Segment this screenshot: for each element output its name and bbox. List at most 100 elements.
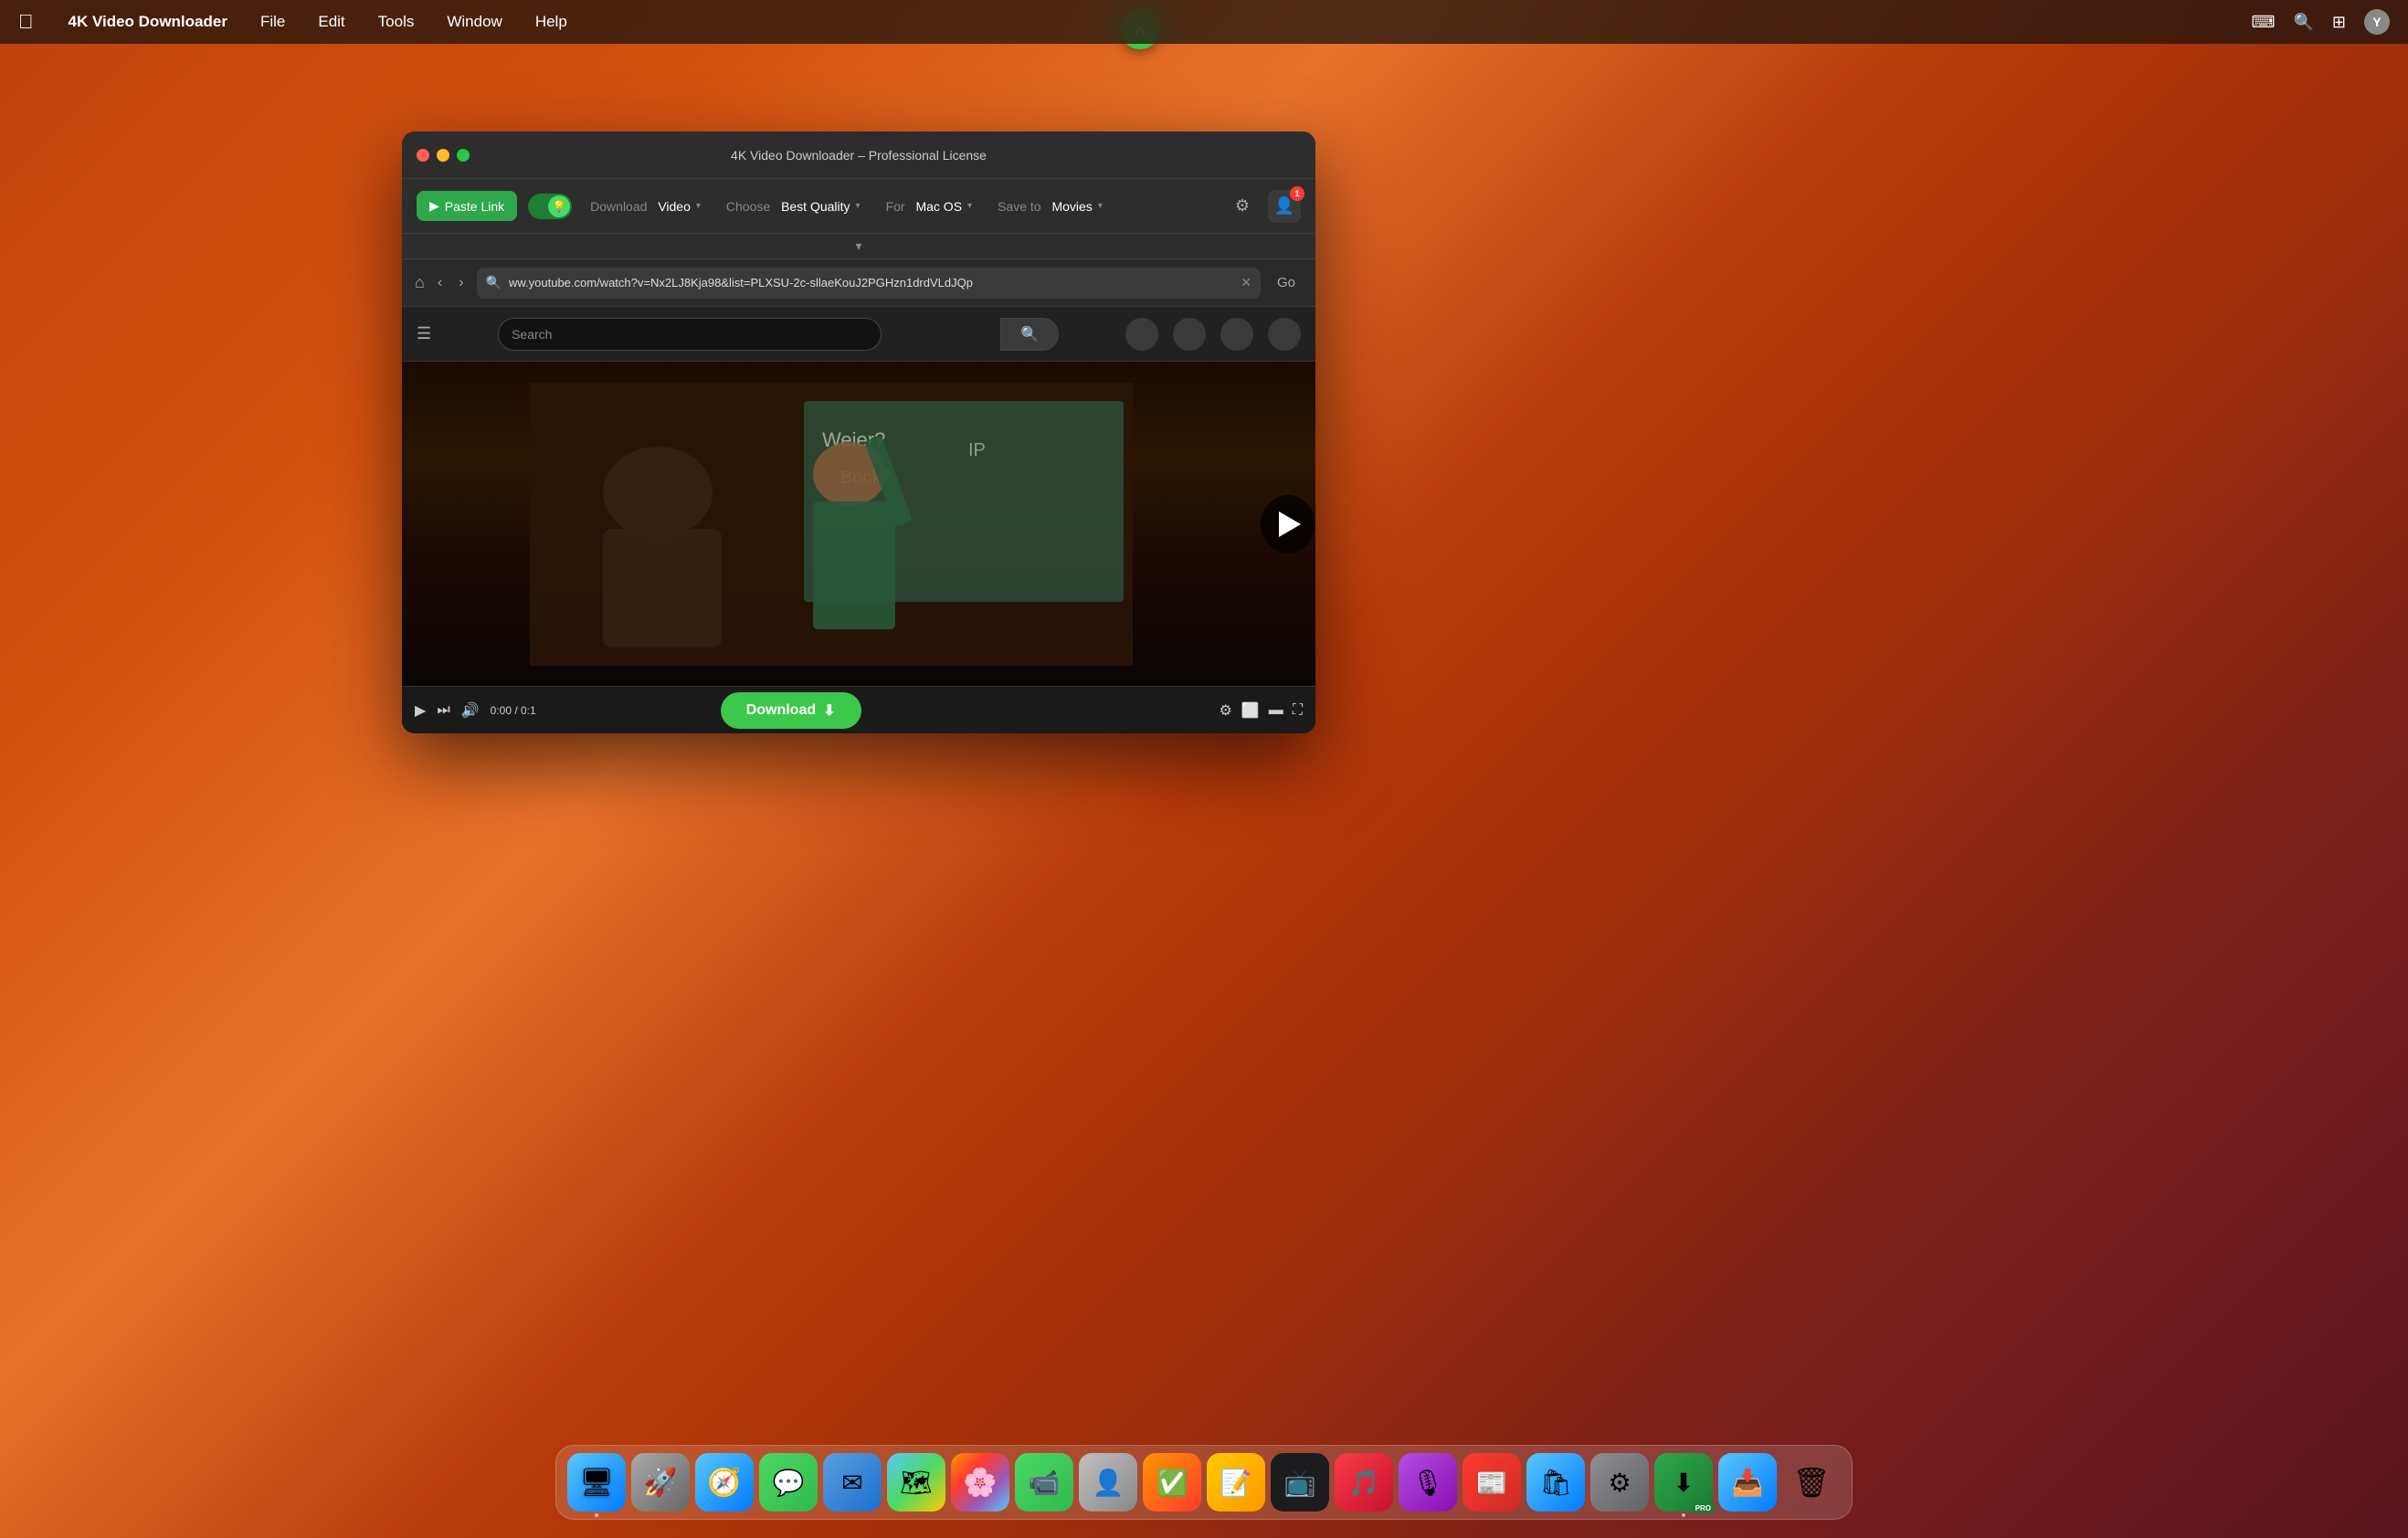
- settings-button[interactable]: ⚙: [1228, 192, 1257, 221]
- minimize-button[interactable]: [437, 149, 449, 162]
- dock-item-contacts[interactable]: 👤: [1079, 1453, 1137, 1512]
- miniplayer-button[interactable]: ⬜: [1241, 701, 1260, 720]
- download-label: Download: [590, 199, 647, 214]
- download-type-dropdown[interactable]: Download Video ▾: [583, 195, 708, 217]
- video-player[interactable]: Weier? Bock? IP: [402, 362, 1315, 686]
- search-icon[interactable]: 🔍: [2293, 13, 2313, 32]
- dock-item-safari[interactable]: 🧭: [695, 1453, 754, 1512]
- save-to-dropdown[interactable]: Save to Movies ▾: [990, 195, 1110, 217]
- menubar-edit[interactable]: Edit: [312, 11, 350, 33]
- save-to-label: Save to: [998, 199, 1040, 214]
- menubar-file[interactable]: File: [255, 11, 290, 33]
- for-label: For: [886, 199, 905, 214]
- menubar-window[interactable]: Window: [441, 11, 507, 33]
- youtube-icon-1[interactable]: [1125, 318, 1158, 351]
- youtube-search-icon: 🔍: [1020, 325, 1039, 343]
- browser-area: ▾ ⌂ ‹ › 🔍 ww.youtube.com/watch?v=Nx2LJ8K…: [402, 234, 1315, 733]
- quality-value: Best Quality: [781, 199, 850, 214]
- os-chevron-icon: ▾: [967, 201, 972, 211]
- youtube-header: ☰ Search 🔍: [402, 307, 1315, 362]
- menubar-help[interactable]: Help: [530, 11, 573, 33]
- menubar-tools[interactable]: Tools: [373, 11, 420, 33]
- youtube-search-placeholder: Search: [512, 327, 552, 342]
- menubar-app-name[interactable]: 4K Video Downloader: [63, 11, 233, 33]
- dock-dot-4kvd: [1682, 1513, 1685, 1517]
- settings-video-button[interactable]: ⚙: [1220, 701, 1232, 720]
- smart-mode-toggle[interactable]: 💡: [528, 194, 572, 219]
- next-button[interactable]: ⏭: [437, 702, 449, 719]
- dock-item-4kvd[interactable]: ⬇ PRO: [1654, 1453, 1713, 1512]
- address-bar[interactable]: 🔍 ww.youtube.com/watch?v=Nx2LJ8Kja98&lis…: [477, 268, 1261, 299]
- video-right-controls: ⚙ ⬜ ▬ ⛶: [1220, 701, 1303, 720]
- dock-item-maps[interactable]: 🗺: [887, 1453, 945, 1512]
- maximize-button[interactable]: [457, 149, 470, 162]
- youtube-icon-4[interactable]: [1268, 318, 1301, 351]
- dock-item-finder[interactable]: 🖥: [567, 1453, 626, 1512]
- os-value: Mac OS: [915, 199, 962, 214]
- go-button[interactable]: Go: [1270, 271, 1303, 294]
- play-triangle-icon: [1279, 511, 1301, 537]
- back-button[interactable]: ‹: [434, 275, 446, 291]
- dock: 🖥 🚀 🧭 💬 ✉ 🗺 🌸 📹 👤 ✅ 📝 📺 🎵 🎙 📰 🛍: [555, 1445, 1853, 1520]
- play-button[interactable]: [1261, 495, 1315, 553]
- quality-chevron-icon: ▾: [856, 201, 861, 211]
- toolbar: ▶ Paste Link 💡 Download Video ▾ Choose B…: [402, 179, 1315, 234]
- dock-item-downloads[interactable]: 📥: [1718, 1453, 1777, 1512]
- notification-badge: 1: [1290, 186, 1304, 201]
- download-button[interactable]: Download ⬇: [721, 692, 861, 729]
- os-dropdown[interactable]: For Mac OS ▾: [879, 195, 980, 217]
- dock-item-reminders[interactable]: ✅: [1143, 1453, 1201, 1512]
- keyboard-icon[interactable]: ⌨: [2252, 13, 2276, 32]
- play-pause-button[interactable]: ▶: [415, 701, 426, 720]
- forward-button[interactable]: ›: [455, 275, 467, 291]
- dock-item-photos[interactable]: 🌸: [951, 1453, 1009, 1512]
- titlebar: 4K Video Downloader – Professional Licen…: [402, 132, 1315, 179]
- menubar:  4K Video Downloader File Edit Tools Wi…: [0, 0, 2408, 44]
- address-clear-button[interactable]: ✕: [1241, 275, 1252, 290]
- choose-label: Choose: [726, 199, 770, 214]
- dock-item-systemprefs[interactable]: ⚙: [1590, 1453, 1649, 1512]
- dock-item-trash[interactable]: 🗑: [1782, 1453, 1841, 1512]
- home-button[interactable]: ⌂: [415, 273, 425, 292]
- save-to-value: Movies: [1051, 199, 1092, 214]
- dock-item-launchpad[interactable]: 🚀: [631, 1453, 690, 1512]
- fullscreen-button[interactable]: ⛶: [1293, 702, 1303, 719]
- video-controls: ▶ ⏭ 🔊 0:00 / 0:1 Download ⬇ ⚙ ⬜ ▬ ⛶: [402, 686, 1315, 733]
- window-controls: [417, 149, 470, 162]
- notifications-button[interactable]: 👤 1: [1268, 190, 1301, 223]
- smart-mode-circle: 💡: [548, 195, 570, 217]
- url-display: ww.youtube.com/watch?v=Nx2LJ8Kja98&list=…: [509, 276, 1233, 290]
- dock-dot-finder: [595, 1513, 598, 1517]
- dock-item-appletv[interactable]: 📺: [1271, 1453, 1329, 1512]
- youtube-area: ☰ Search 🔍: [402, 307, 1315, 733]
- youtube-icon-3[interactable]: [1220, 318, 1253, 351]
- dock-item-music[interactable]: 🎵: [1335, 1453, 1393, 1512]
- apple-menu[interactable]: : [18, 10, 34, 34]
- collapse-bar[interactable]: ▾: [402, 234, 1315, 259]
- dock-item-messages[interactable]: 💬: [759, 1453, 818, 1512]
- address-search-icon: 🔍: [486, 275, 502, 290]
- youtube-right-icons: [1125, 318, 1301, 351]
- paste-link-button[interactable]: ▶ Paste Link: [417, 191, 517, 221]
- youtube-search-button[interactable]: 🔍: [1000, 318, 1059, 351]
- dock-item-mail[interactable]: ✉: [823, 1453, 882, 1512]
- dock-item-appstore[interactable]: 🛍: [1526, 1453, 1585, 1512]
- dock-item-facetime[interactable]: 📹: [1015, 1453, 1073, 1512]
- address-bar-row: ⌂ ‹ › 🔍 ww.youtube.com/watch?v=Nx2LJ8Kja…: [402, 259, 1315, 307]
- hamburger-menu-icon[interactable]: ☰: [417, 324, 431, 343]
- quality-dropdown[interactable]: Choose Best Quality ▾: [719, 195, 868, 217]
- close-button[interactable]: [417, 149, 429, 162]
- dock-item-notes[interactable]: 📝: [1207, 1453, 1265, 1512]
- chevron-down-icon: ▾: [696, 201, 701, 211]
- dock-item-news[interactable]: 📰: [1463, 1453, 1521, 1512]
- volume-button[interactable]: 🔊: [461, 701, 480, 720]
- user-icon[interactable]: Y: [2364, 9, 2390, 35]
- dock-item-podcasts[interactable]: 🎙: [1399, 1453, 1457, 1512]
- control-center-icon[interactable]: ⊞: [2332, 13, 2346, 32]
- window-title: 4K Video Downloader – Professional Licen…: [731, 148, 987, 163]
- youtube-icon-2[interactable]: [1173, 318, 1206, 351]
- theater-button[interactable]: ▬: [1269, 702, 1283, 719]
- youtube-search-bar[interactable]: Search: [498, 318, 882, 351]
- collapse-chevron-icon: ▾: [855, 238, 861, 254]
- download-arrow-icon: ⬇: [823, 701, 835, 720]
